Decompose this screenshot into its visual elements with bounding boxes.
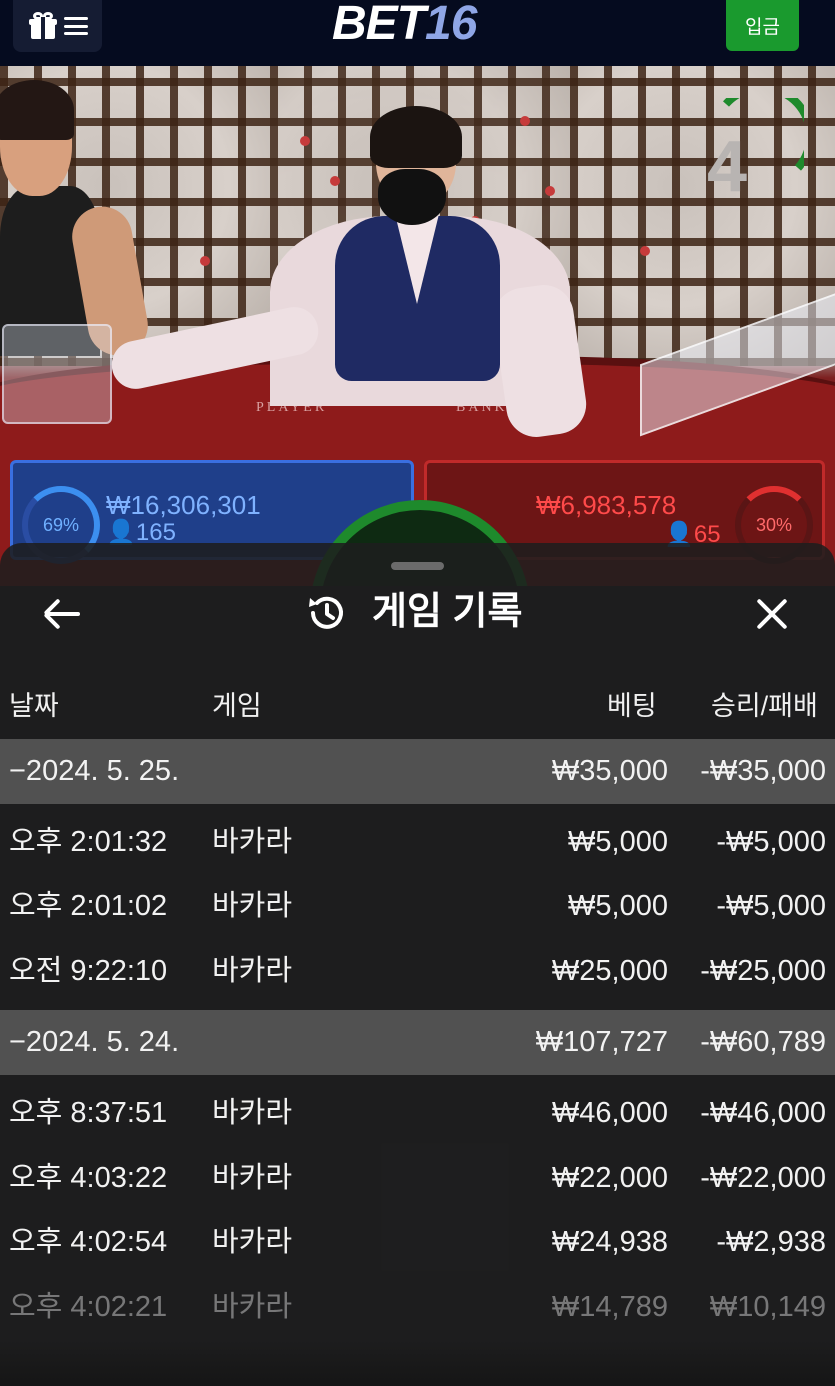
row-bet: ₩22,000 bbox=[551, 1162, 668, 1194]
row-result: -₩5,000 bbox=[716, 826, 826, 858]
top-bar: BET16 입금 bbox=[0, 0, 835, 66]
row-result: -₩46,000 bbox=[700, 1097, 826, 1129]
row-time: 오후 2:01:32 bbox=[9, 826, 168, 858]
history-row[interactable]: 오후 2:01:32 바카라 ₩5,000 -₩5,000 bbox=[0, 810, 835, 875]
history-icon bbox=[309, 596, 343, 629]
row-time: 오전 9:22:10 bbox=[9, 955, 168, 987]
row-bet: ₩107,727 bbox=[535, 1026, 668, 1058]
row-date: −2024. 5. 25. bbox=[9, 755, 180, 787]
countdown-number: 4 bbox=[706, 127, 748, 207]
row-result: -₩22,000 bbox=[700, 1162, 826, 1194]
row-result: -₩2,938 bbox=[716, 1226, 826, 1258]
row-time: 오후 4:02:21 bbox=[9, 1291, 168, 1323]
row-game: 바카라 bbox=[212, 826, 293, 858]
discard-box bbox=[2, 324, 112, 424]
column-header-date[interactable]: 날짜 bbox=[9, 688, 59, 724]
row-game: 바카라 bbox=[212, 1226, 293, 1258]
history-row[interactable]: 오전 9:22:10 바카라 ₩25,000 -₩25,000 bbox=[0, 939, 835, 1004]
history-row[interactable]: 오후 8:37:51 바카라 ₩46,000 -₩46,000 bbox=[0, 1081, 835, 1146]
back-arrow-icon[interactable] bbox=[42, 594, 82, 634]
row-bet: ₩5,000 bbox=[568, 826, 668, 858]
row-bet: ₩35,000 bbox=[551, 755, 668, 787]
row-game: 바카라 bbox=[212, 1097, 293, 1129]
date-group-row[interactable]: −2024. 5. 25. ₩35,000 -₩35,000 bbox=[0, 739, 835, 804]
list-bottom-fade bbox=[0, 1340, 835, 1386]
row-time: 오후 4:02:54 bbox=[9, 1226, 168, 1258]
player-bet-amount: ₩16,306,301 bbox=[106, 490, 261, 520]
column-header-game[interactable]: 게임 bbox=[212, 688, 262, 724]
deposit-button[interactable]: 입금 bbox=[726, 0, 799, 51]
close-icon[interactable] bbox=[752, 594, 792, 634]
row-result: -₩60,789 bbox=[700, 1026, 826, 1058]
row-result: ₩10,149 bbox=[709, 1291, 826, 1323]
row-bet: ₩14,789 bbox=[551, 1291, 668, 1323]
sheet-drag-handle[interactable] bbox=[391, 562, 444, 570]
menu-button[interactable] bbox=[13, 0, 102, 52]
row-game: 바카라 bbox=[212, 1162, 293, 1194]
history-row[interactable]: 오후 4:02:21 바카라 ₩14,789 ₩10,149 bbox=[0, 1275, 835, 1340]
row-bet: ₩25,000 bbox=[551, 955, 668, 987]
row-result: -₩5,000 bbox=[716, 890, 826, 922]
history-row[interactable]: 오후 2:01:02 바카라 ₩5,000 -₩5,000 bbox=[0, 874, 835, 939]
row-game: 바카라 bbox=[212, 1291, 293, 1323]
row-bet: ₩5,000 bbox=[568, 890, 668, 922]
row-result: -₩25,000 bbox=[700, 955, 826, 987]
row-game: 바카라 bbox=[212, 955, 293, 987]
row-bet: ₩24,938 bbox=[551, 1226, 668, 1258]
row-bet: ₩46,000 bbox=[551, 1097, 668, 1129]
row-result: -₩35,000 bbox=[700, 755, 826, 787]
row-time: 오후 2:01:02 bbox=[9, 890, 168, 922]
row-game: 바카라 bbox=[212, 890, 293, 922]
row-time: 오후 4:03:22 bbox=[9, 1162, 168, 1194]
gift-icon bbox=[28, 11, 58, 41]
history-row[interactable]: 오후 4:02:54 바카라 ₩24,938 -₩2,938 bbox=[0, 1210, 835, 1275]
date-group-row[interactable]: −2024. 5. 24. ₩107,727 -₩60,789 bbox=[0, 1010, 835, 1075]
hamburger-icon bbox=[63, 17, 88, 35]
row-time: 오후 8:37:51 bbox=[9, 1097, 168, 1129]
row-date: −2024. 5. 24. bbox=[9, 1026, 180, 1058]
history-row[interactable]: 오후 4:03:22 바카라 ₩22,000 -₩22,000 bbox=[0, 1146, 835, 1211]
column-header-bet[interactable]: 베팅 bbox=[607, 688, 657, 724]
banker-bet-amount: ₩6,983,578 bbox=[536, 490, 677, 520]
brand-logo[interactable]: BET16 bbox=[332, 0, 477, 50]
sheet-title: 게임 기록 bbox=[372, 591, 523, 633]
column-header-result[interactable]: 승리/패배 bbox=[711, 688, 818, 724]
